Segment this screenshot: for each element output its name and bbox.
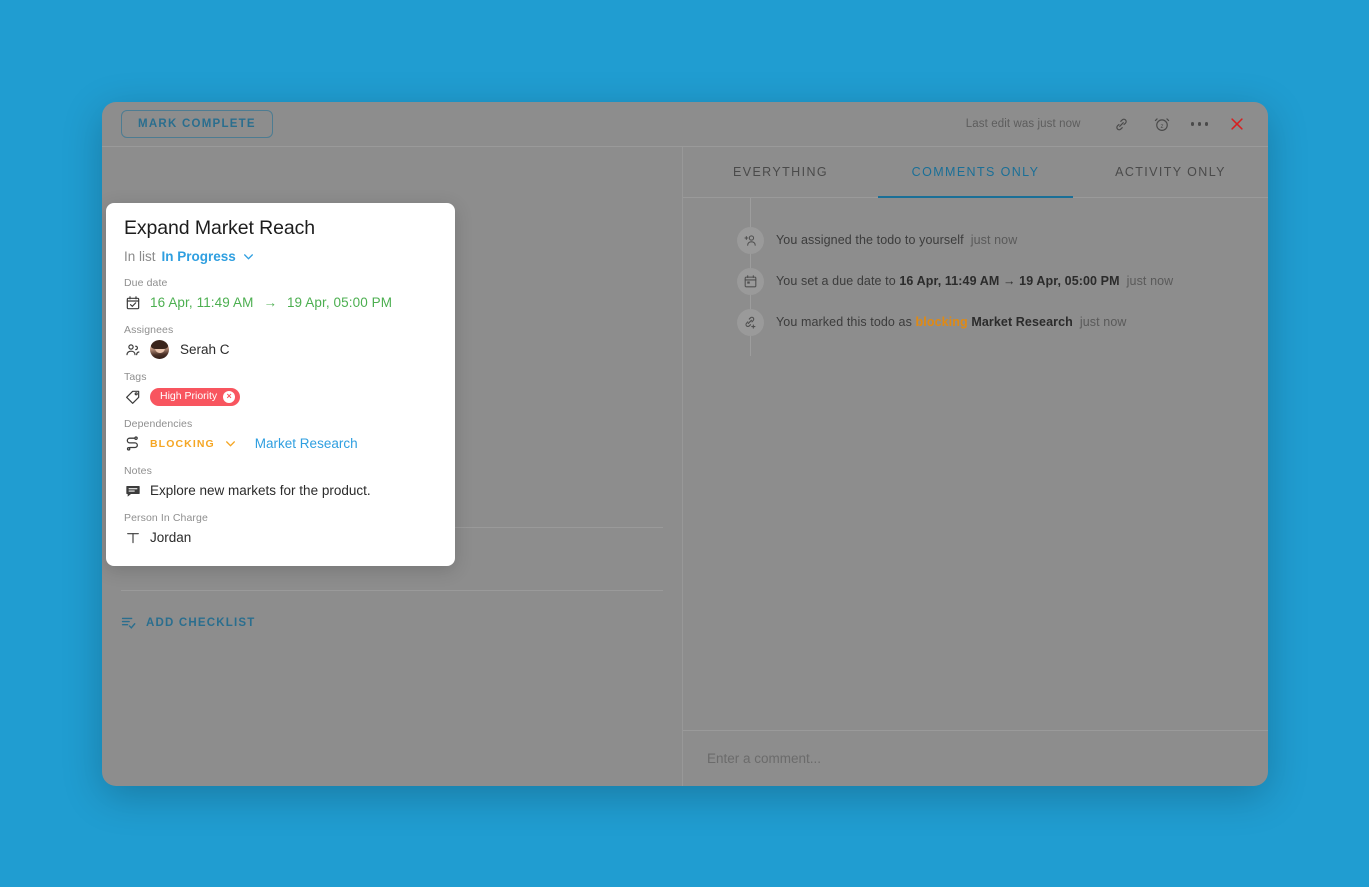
dependencies-row[interactable]: BLOCKING Market Research bbox=[124, 433, 437, 454]
more-options-icon[interactable] bbox=[1190, 122, 1208, 126]
link-icon[interactable] bbox=[1111, 113, 1133, 135]
people-icon bbox=[124, 341, 141, 358]
feed-item-prefix: You set a due date to bbox=[776, 274, 896, 288]
feed-item-body: You assigned the todo to yourself bbox=[776, 233, 964, 247]
feed-item-bold: Market Research bbox=[971, 315, 1073, 329]
text-field-icon bbox=[124, 529, 141, 546]
feed-item-bold: 16 Apr, 11:49 AM → 19 Apr, 05:00 PM bbox=[899, 274, 1120, 288]
tag-chip-label: High Priority bbox=[160, 390, 218, 403]
assignees-row[interactable]: Serah C bbox=[124, 339, 437, 360]
feed-item-text: You marked this todo as blocking Market … bbox=[776, 315, 1127, 329]
alarm-clock-icon[interactable]: z bbox=[1151, 113, 1173, 135]
activity-feed: You assigned the todo to yourself just no… bbox=[683, 198, 1268, 730]
modal-body: ADD MORE FIELDS ADD DESCRIPTION bbox=[102, 147, 1268, 786]
dependency-chevron-down-icon[interactable] bbox=[224, 437, 237, 450]
feed-item-time: just now bbox=[970, 233, 1018, 247]
notes-row[interactable]: Explore new markets for the product. bbox=[124, 480, 437, 501]
tab-comments-only[interactable]: COMMENTS ONLY bbox=[878, 147, 1073, 198]
modal-header: MARK COMPLETE Last edit was just now z bbox=[102, 102, 1268, 147]
feed-item: You assigned the todo to yourself just no… bbox=[683, 220, 1268, 260]
dependency-target-link[interactable]: Market Research bbox=[255, 436, 358, 451]
notes-value: Explore new markets for the product. bbox=[150, 483, 371, 498]
due-date-arrow: → bbox=[263, 295, 277, 310]
in-list-prefix: In list bbox=[124, 249, 156, 264]
svg-text:z: z bbox=[1160, 124, 1163, 130]
feed-item-highlight: blocking bbox=[915, 315, 968, 329]
notes-label: Notes bbox=[124, 465, 152, 477]
last-edit-status: Last edit was just now bbox=[965, 118, 1081, 130]
assignee-name: Serah C bbox=[180, 342, 230, 357]
feed-item-text: You assigned the todo to yourself just no… bbox=[776, 233, 1017, 247]
due-date-row[interactable]: 16 Apr, 11:49 AM → 19 Apr, 05:00 PM bbox=[124, 292, 437, 313]
activity-tabs: EVERYTHING COMMENTS ONLY ACTIVITY ONLY bbox=[683, 147, 1268, 198]
avatar bbox=[150, 340, 169, 359]
task-detail-card: Expand Market Reach In list In Progress … bbox=[106, 203, 455, 566]
tag-remove-icon[interactable]: × bbox=[223, 390, 236, 403]
list-name: In Progress bbox=[161, 249, 236, 264]
activity-pane: EVERYTHING COMMENTS ONLY ACTIVITY ONLY Y… bbox=[683, 147, 1268, 786]
dependency-type[interactable]: BLOCKING bbox=[150, 438, 215, 450]
tab-activity-only[interactable]: ACTIVITY ONLY bbox=[1073, 147, 1268, 197]
feed-item-prefix: You marked this todo as bbox=[776, 315, 912, 329]
dependency-icon bbox=[124, 435, 141, 452]
add-checklist-icon bbox=[121, 615, 136, 630]
assignees-label: Assignees bbox=[124, 324, 174, 336]
feed-item-time: just now bbox=[1126, 274, 1174, 288]
tags-label: Tags bbox=[124, 371, 147, 383]
feed-item: You set a due date to 16 Apr, 11:49 AM →… bbox=[683, 261, 1268, 301]
link-add-icon bbox=[737, 308, 764, 336]
tab-everything[interactable]: EVERYTHING bbox=[683, 147, 878, 197]
task-fields-pane: ADD MORE FIELDS ADD DESCRIPTION bbox=[102, 147, 683, 786]
note-icon bbox=[124, 482, 141, 499]
header-actions: Last edit was just now z bbox=[966, 113, 1248, 135]
calendar-check-icon bbox=[124, 294, 141, 311]
chevron-down-icon[interactable] bbox=[242, 250, 255, 263]
person-in-charge-row[interactable]: Jordan bbox=[124, 527, 437, 548]
task-title: Expand Market Reach bbox=[124, 217, 316, 239]
mark-complete-button[interactable]: MARK COMPLETE bbox=[121, 109, 273, 139]
dependencies-label: Dependencies bbox=[124, 418, 193, 430]
task-detail-modal: MARK COMPLETE Last edit was just now z A… bbox=[102, 102, 1268, 786]
feed-item-time: just now bbox=[1079, 315, 1127, 329]
due-date-end: 19 Apr, 05:00 PM bbox=[286, 295, 393, 310]
due-date-start: 16 Apr, 11:49 AM bbox=[150, 295, 254, 310]
feed-item: You marked this todo as blocking Market … bbox=[683, 302, 1268, 342]
in-list-row[interactable]: In list In Progress bbox=[124, 249, 437, 264]
tag-chip[interactable]: High Priority × bbox=[150, 387, 241, 406]
close-icon[interactable] bbox=[1226, 113, 1248, 135]
due-date-label: Due date bbox=[124, 277, 168, 289]
feed-item-text: You set a due date to 16 Apr, 11:49 AM →… bbox=[776, 274, 1173, 288]
assign-person-icon bbox=[737, 226, 764, 254]
add-checklist-label: ADD CHECKLIST bbox=[146, 616, 256, 629]
calendar-icon bbox=[737, 267, 764, 295]
comment-input[interactable] bbox=[707, 751, 1244, 766]
tag-icon bbox=[124, 388, 141, 405]
person-in-charge-value: Jordan bbox=[150, 530, 192, 545]
tags-row[interactable]: High Priority × bbox=[124, 386, 437, 407]
comment-bar bbox=[683, 730, 1268, 786]
person-in-charge-label: Person In Charge bbox=[124, 512, 208, 524]
add-checklist-row[interactable]: ADD CHECKLIST bbox=[121, 591, 663, 654]
